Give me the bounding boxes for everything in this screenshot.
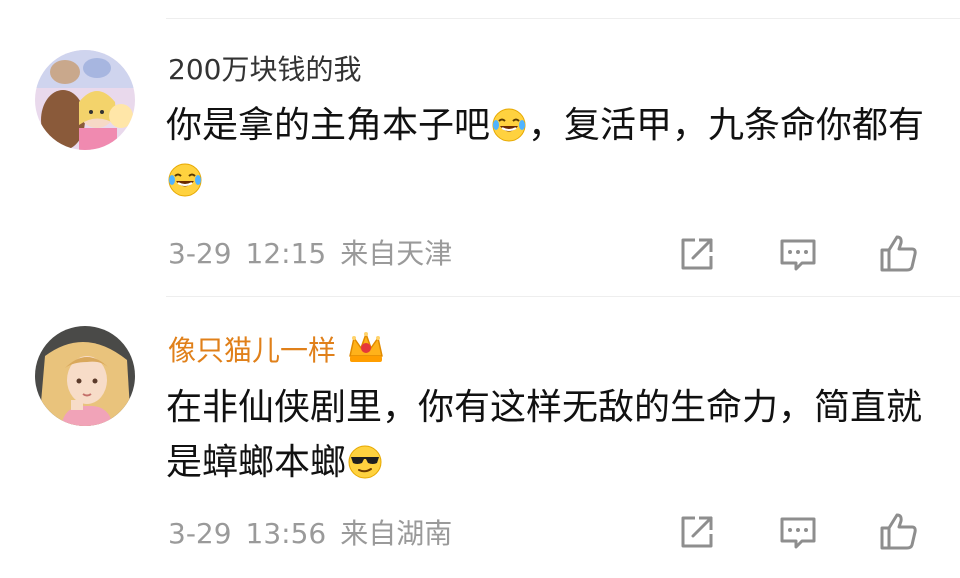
- comment-location: 来自湖南: [340, 517, 453, 550]
- share-icon: [681, 516, 713, 548]
- username[interactable]: 200万块钱的我: [168, 52, 361, 88]
- like-icon: [880, 513, 917, 550]
- comment-meta: 3-29 12:15 来自天津: [168, 236, 452, 272]
- comment-text: 你是拿的主角本子吧: [166, 105, 491, 146]
- comment-date: 3-29: [168, 237, 232, 270]
- avatar[interactable]: [35, 50, 135, 150]
- comment-text: 在非仙侠剧里，你有这样无敌的生命力，简直就是蟑螂本螂: [166, 387, 923, 483]
- comment-time: 12:15: [245, 237, 327, 270]
- comment-item: 200万块钱的我 你是拿的主角本子吧 ，复活甲，九条命你都有 3-29 12:15…: [0, 0, 960, 296]
- like-button[interactable]: [876, 510, 920, 554]
- reply-button[interactable]: [776, 510, 820, 554]
- laughing-crying-emoji-icon: [168, 163, 202, 197]
- sunglasses-emoji-icon: [348, 445, 382, 479]
- reply-icon: [780, 517, 816, 549]
- like-button[interactable]: [876, 232, 920, 276]
- avatar[interactable]: [35, 326, 135, 426]
- username[interactable]: 像只猫儿一样: [168, 330, 386, 369]
- reply-button[interactable]: [776, 232, 820, 276]
- laughing-crying-emoji-icon: [492, 108, 526, 142]
- comment-content: 在非仙侠剧里，你有这样无敌的生命力，简直就是蟑螂本螂: [166, 380, 936, 490]
- reply-icon: [780, 239, 816, 271]
- comment-time: 13:56: [245, 517, 327, 550]
- crown-icon: [349, 332, 383, 362]
- comment-item: 像只猫儿一样 在非仙侠剧里，你有这样无敌的生命力，简直就是蟑螂本螂 3-29 13…: [0, 296, 960, 578]
- share-icon: [681, 238, 713, 270]
- comment-content: 你是拿的主角本子吧 ，复活甲，九条命你都有: [166, 98, 936, 208]
- comment-text: ，复活甲，九条命你都有: [528, 105, 925, 146]
- comment-date: 3-29: [168, 517, 232, 550]
- comment-meta: 3-29 13:56 来自湖南: [168, 516, 452, 552]
- like-icon: [880, 235, 917, 272]
- share-button[interactable]: [675, 510, 719, 554]
- comment-location: 来自天津: [340, 237, 453, 270]
- share-button[interactable]: [675, 232, 719, 276]
- username-text: 像只猫儿一样: [168, 334, 337, 367]
